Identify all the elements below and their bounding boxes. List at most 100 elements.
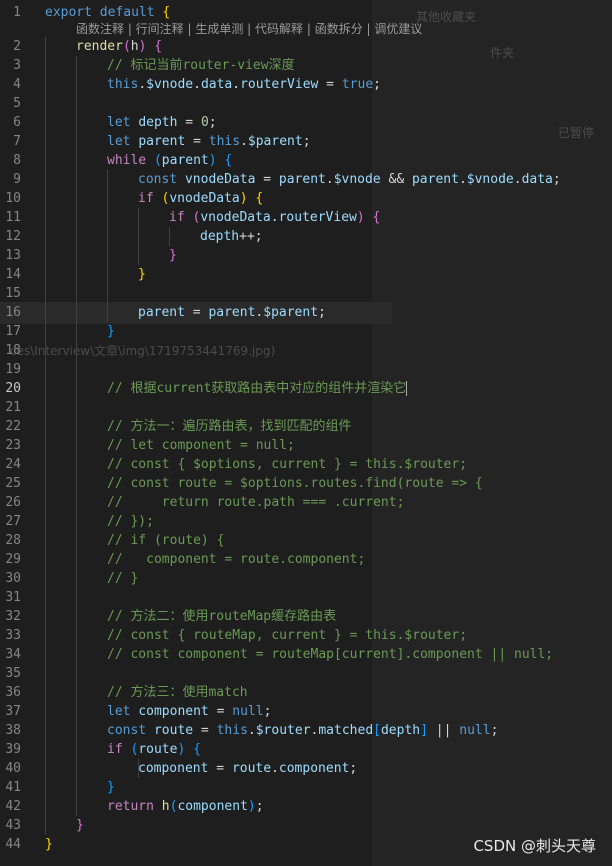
code-token: component (177, 799, 248, 814)
code-token: } (107, 324, 115, 339)
line-number: 32 (5, 609, 21, 624)
code-text: while (parent) { (107, 151, 232, 170)
code-text: // const { routeMap, current } = this.$r… (107, 626, 467, 645)
code-token: h (161, 799, 170, 814)
code-token: . (271, 761, 279, 776)
code-text: } (169, 246, 177, 265)
code-text: // component = route.component; (107, 550, 365, 569)
code-text: render(h) { (76, 37, 162, 56)
watermark: CSDN @刺头天尊 (473, 837, 596, 855)
code-text: // 方法一：遍历路由表，找到匹配的组件 (107, 417, 351, 436)
code-token: // 方法二：使用routeMap缓存路由表 (107, 609, 337, 624)
code-text: // let component = null; (107, 436, 295, 455)
code-text: if (route) { (107, 740, 201, 759)
code-token: component (278, 761, 350, 776)
code-token: . (193, 77, 201, 92)
code-text: const route = this.$router.matched[depth… (107, 721, 498, 740)
code-token: true (341, 77, 374, 92)
code-token: data (200, 77, 233, 92)
indent-guide (76, 56, 77, 816)
text-caret (406, 381, 408, 396)
code-token: if (138, 191, 162, 206)
code-token: route (138, 742, 178, 757)
code-token: } (169, 248, 177, 263)
code-token: parent (138, 305, 185, 320)
code-token: = (208, 704, 233, 719)
code-token: $vnode (466, 172, 514, 187)
code-token: component (138, 704, 209, 719)
line-number: 13 (5, 248, 21, 263)
code-token: { (372, 210, 381, 225)
code-token: $vnode (146, 77, 194, 92)
code-token: ) (208, 153, 217, 168)
code-token: let (107, 134, 139, 149)
code-token: let (107, 115, 139, 130)
code-token: const (107, 723, 154, 738)
code-token: parent (208, 305, 256, 320)
line-number: 10 (5, 191, 21, 206)
codelens-actions[interactable]: 函数注释 | 行间注释 | 生成单测 | 代码解释 | 函数拆分 | 调优建议 (76, 20, 422, 38)
line-number: 16 (5, 305, 21, 320)
code-text: // 方法三：使用match (107, 683, 248, 702)
code-text: if (vnodeData.routerView) { (169, 208, 380, 227)
code-token: ; (302, 134, 311, 149)
code-text: // if (route) { (107, 531, 224, 550)
code-token: && (380, 172, 412, 187)
code-text: // return route.path === .current; (107, 493, 404, 512)
line-number: 35 (5, 666, 21, 681)
code-token: . (325, 172, 334, 187)
code-token: // return route.path === .current; (107, 495, 405, 510)
indent-guide (45, 37, 46, 835)
code-token: $vnode (333, 172, 381, 187)
code-token: ; (490, 723, 499, 738)
code-token: ) (239, 191, 248, 206)
code-token: ; (255, 799, 264, 814)
code-token: 0 (200, 115, 209, 130)
code-token: render (76, 39, 123, 54)
line-number: 31 (5, 590, 21, 605)
code-token: = (318, 77, 342, 92)
code-token: // const component = routeMap[current].c… (107, 647, 554, 662)
code-token: = (177, 115, 201, 130)
code-token: matched (318, 723, 374, 738)
code-token: // 根据current获取路由表中对应的组件并渲染它 (107, 381, 407, 396)
code-token: . (247, 723, 256, 738)
code-token: ++; (239, 229, 263, 244)
code-text: } (107, 778, 115, 797)
code-token: vnodeData (169, 191, 240, 206)
line-number: 11 (5, 210, 21, 225)
code-token: ( (153, 153, 162, 168)
code-token: $parent (263, 305, 319, 320)
code-text: // }); (107, 512, 154, 531)
line-number: 2 (13, 39, 21, 54)
code-token: routerView (278, 210, 357, 225)
code-token: parent (278, 172, 326, 187)
code-token: // const route = $options.routes.find(ro… (107, 476, 483, 491)
line-number: 27 (5, 514, 21, 529)
code-text: // 根据current获取路由表中对应的组件并渲染它 (107, 379, 408, 398)
code-token: null (459, 723, 491, 738)
code-text: // } (107, 569, 138, 588)
code-token: route (153, 723, 194, 738)
code-token: // } (107, 571, 139, 586)
code-text: // const { $options, current } = this.$r… (107, 455, 467, 474)
line-number: 22 (5, 419, 21, 434)
code-token: // 方法三：使用match (107, 685, 248, 700)
line-number: 39 (5, 742, 21, 757)
code-token: $parent (247, 134, 303, 149)
code-editor[interactable]: 函数注释 | 行间注释 | 生成单测 | 代码解释 | 函数拆分 | 调优建议 … (0, 0, 612, 866)
code-text: export default { (45, 3, 170, 22)
line-number: 7 (13, 134, 21, 149)
code-token: = (185, 134, 209, 149)
code-token: [ (373, 723, 381, 738)
code-token: this (107, 77, 139, 92)
line-number: 17 (5, 324, 21, 339)
line-number: 38 (5, 723, 21, 738)
code-token: const (138, 172, 185, 187)
line-number: 21 (5, 400, 21, 415)
code-token: // 方法一：遍历路由表，找到匹配的组件 (107, 419, 352, 434)
code-token: component (138, 761, 209, 776)
code-token: } (107, 780, 115, 795)
code-token: h (130, 39, 139, 54)
